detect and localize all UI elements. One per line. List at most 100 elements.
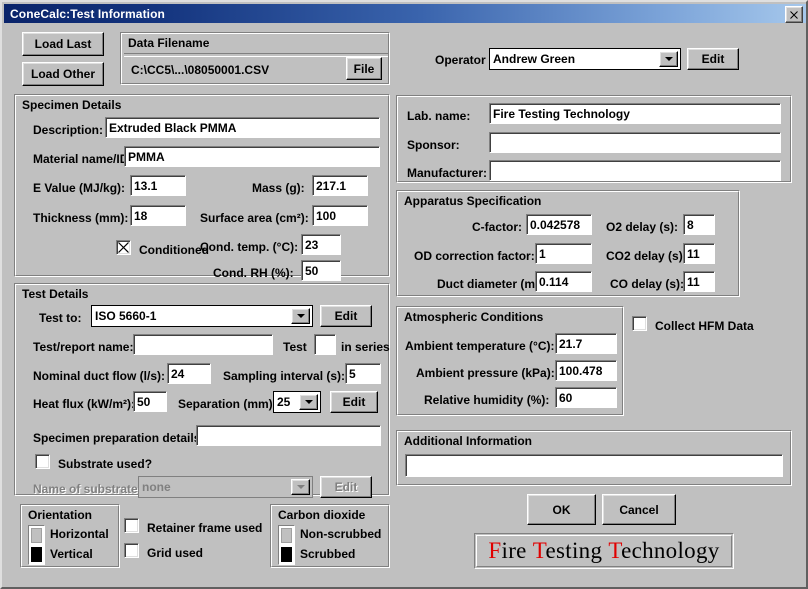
cancel-button[interactable]: Cancel [602, 494, 676, 525]
report-name-input[interactable] [133, 334, 273, 355]
window-title: ConeCalc:Test Information [4, 7, 165, 21]
chevron-down-icon[interactable] [299, 394, 318, 410]
retainer-frame-checkbox[interactable] [124, 518, 139, 533]
co2-delay-value: 11 [687, 247, 700, 261]
od-correction-input[interactable]: 1 [535, 243, 592, 264]
grid-used-checkbox[interactable] [124, 543, 139, 558]
relative-humidity-input[interactable]: 60 [555, 387, 617, 408]
data-filename-path: C:\CC5\...\08050001.CSV [131, 63, 269, 77]
operator-edit-button[interactable]: Edit [687, 48, 739, 70]
separation-edit-button[interactable]: Edit [330, 391, 378, 413]
test-details-group: Test Details Test to: ISO 5660-1 Edit Te… [14, 283, 390, 496]
duct-diameter-input[interactable]: 0.114 [535, 271, 592, 292]
cond-temp-label: Cond. temp. (°C): [200, 240, 298, 254]
substrate-edit-button[interactable]: Edit [320, 476, 372, 498]
conditioned-checkbox[interactable] [116, 240, 131, 255]
surface-area-value: 100 [316, 209, 336, 223]
cone-calc-dialog: ConeCalc:Test Information Load Last Load… [0, 0, 808, 589]
data-filename-group: Data Filename C:\CC5\...\08050001.CSV Fi… [120, 32, 390, 85]
orientation-option-horizontal[interactable] [31, 528, 42, 543]
orientation-group: Orientation Horizontal Vertical [20, 504, 120, 568]
o2-delay-value: 8 [687, 218, 694, 232]
manufacturer-input[interactable] [489, 160, 781, 181]
test-to-value: ISO 5660-1 [95, 309, 156, 323]
mass-input[interactable]: 217.1 [312, 175, 368, 196]
operator-value: Andrew Green [493, 52, 575, 66]
mass-label: Mass (g): [252, 181, 305, 195]
co-delay-label: CO delay (s): [610, 277, 684, 291]
separation-value: 25 [277, 395, 290, 409]
report-name-label: Test/report name: [33, 340, 133, 354]
additional-info-group-title: Additional Information [404, 434, 532, 448]
collect-hfm-data-checkbox[interactable] [632, 316, 647, 331]
description-label: Description: [33, 123, 103, 137]
co-delay-value: 11 [687, 275, 700, 289]
heat-flux-label: Heat flux (kW/m²): [33, 397, 135, 411]
co2-option-scrubbed[interactable] [281, 547, 292, 562]
o2-delay-input[interactable]: 8 [683, 214, 715, 235]
orientation-label-horizontal: Horizontal [50, 527, 109, 541]
cond-rh-input[interactable]: 50 [301, 260, 341, 281]
c-factor-input[interactable]: 0.042578 [526, 214, 592, 235]
logo-inner-frame: Fire Testing Technology [476, 535, 732, 567]
test-to-edit-button[interactable]: Edit [320, 305, 372, 327]
carbon-dioxide-group-title: Carbon dioxide [278, 508, 365, 522]
additional-info-input[interactable] [405, 454, 783, 477]
test-to-select[interactable]: ISO 5660-1 [91, 305, 313, 327]
logo-t2: T [608, 538, 621, 563]
lab-name-input[interactable]: Fire Testing Technology [489, 103, 781, 124]
ambient-temp-label: Ambient temperature (°C): [405, 339, 554, 353]
close-icon[interactable] [785, 6, 803, 23]
atmospheric-group-title: Atmospheric Conditions [404, 310, 543, 324]
substrate-name-select[interactable]: none [138, 476, 313, 498]
checkbox-x-icon [117, 241, 130, 254]
file-button[interactable]: File [346, 57, 382, 80]
co-delay-input[interactable]: 11 [683, 271, 715, 292]
ok-button[interactable]: OK [527, 494, 596, 525]
o2-delay-label: O2 delay (s): [606, 220, 678, 234]
cond-temp-input[interactable]: 23 [301, 234, 341, 255]
chevron-down-icon[interactable] [659, 51, 678, 67]
sponsor-input[interactable] [489, 132, 781, 153]
chevron-down-icon[interactable] [291, 479, 310, 495]
c-factor-value: 0.042578 [530, 218, 580, 232]
ambient-temp-input[interactable]: 21.7 [555, 333, 617, 354]
co2-delay-input[interactable]: 11 [683, 243, 715, 264]
orientation-toggle[interactable] [28, 525, 45, 565]
operator-select[interactable]: Andrew Green [489, 48, 681, 70]
description-value: Extruded Black PMMA [109, 121, 236, 135]
description-input[interactable]: Extruded Black PMMA [105, 117, 380, 138]
test-number-input[interactable] [314, 334, 336, 355]
lab-name-value: Fire Testing Technology [493, 107, 630, 121]
separation-select[interactable]: 25 [273, 391, 321, 413]
thickness-input[interactable]: 18 [130, 205, 186, 226]
material-name-input[interactable]: PMMA [124, 146, 380, 167]
sampling-interval-label: Sampling interval (s): [223, 369, 345, 383]
co2-label-non-scrubbed: Non-scrubbed [300, 527, 381, 541]
logo-ire: ire [502, 538, 527, 563]
co2-label-scrubbed: Scrubbed [300, 547, 355, 561]
cond-rh-label: Cond. RH (%): [213, 266, 294, 280]
sampling-interval-input[interactable]: 5 [345, 363, 381, 384]
heat-flux-input[interactable]: 50 [133, 391, 167, 412]
substrate-used-label: Substrate used? [58, 457, 152, 471]
load-last-button[interactable]: Load Last [22, 32, 104, 56]
ambient-pressure-value: 100.478 [559, 364, 602, 378]
ambient-pressure-input[interactable]: 100.478 [555, 360, 617, 381]
substrate-used-checkbox[interactable] [35, 454, 50, 469]
logo-f1: F [488, 538, 501, 563]
fire-testing-technology-logo: Fire Testing Technology [474, 533, 734, 569]
load-other-button[interactable]: Load Other [22, 62, 104, 86]
orientation-option-vertical[interactable] [31, 547, 42, 562]
e-value-input[interactable]: 13.1 [130, 175, 186, 196]
specimen-details-group: Specimen Details Description: Extruded B… [14, 94, 390, 277]
duct-flow-input[interactable]: 24 [167, 363, 211, 384]
co2-option-non-scrubbed[interactable] [281, 528, 292, 543]
chevron-down-icon[interactable] [291, 308, 310, 324]
od-correction-label: OD correction factor: [414, 249, 535, 263]
prep-details-input[interactable] [196, 425, 381, 446]
operator-label: Operator [435, 53, 486, 67]
carbon-dioxide-toggle[interactable] [278, 525, 295, 565]
surface-area-label: Surface area (cm²): [200, 211, 309, 225]
surface-area-input[interactable]: 100 [312, 205, 368, 226]
